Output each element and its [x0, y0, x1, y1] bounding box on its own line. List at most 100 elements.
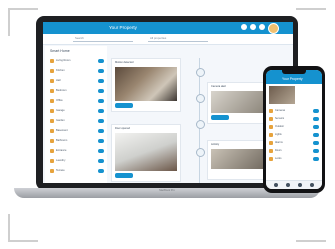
sidebar-item[interactable]: Garden [50, 118, 104, 124]
toggle[interactable] [98, 129, 104, 133]
toggle[interactable] [98, 89, 104, 93]
camera-snapshot[interactable] [115, 133, 177, 171]
sidebar-item-label: Garden [56, 119, 65, 122]
header-icons [241, 24, 265, 30]
phone-list-item[interactable]: Sensors [269, 116, 319, 122]
corner-bracket [296, 8, 326, 10]
checkbox[interactable] [269, 149, 273, 153]
sidebar-item[interactable]: Office [50, 98, 104, 104]
toggle[interactable] [313, 109, 319, 113]
sidebar-item-label: Bathroom [56, 139, 68, 142]
toggle[interactable] [313, 125, 319, 129]
corner-bracket [8, 8, 38, 10]
corner-bracket [8, 8, 10, 36]
checkbox[interactable] [50, 79, 54, 83]
phone-list-item[interactable]: Locks [269, 156, 319, 162]
checkbox[interactable] [50, 99, 54, 103]
sidebar-item-label: Terrace [56, 169, 65, 172]
help-icon[interactable] [259, 24, 265, 30]
sidebar-item[interactable]: Hall [50, 78, 104, 84]
view-button[interactable] [115, 103, 133, 108]
timeline-dot [196, 148, 205, 157]
camera-snapshot[interactable] [269, 86, 295, 104]
sidebar-item[interactable]: Living Room [50, 58, 104, 64]
camera-icon[interactable] [286, 183, 290, 187]
list-item-label: Lights [275, 133, 282, 136]
sidebar-item-label: Kitchen [56, 69, 65, 72]
toggle[interactable] [98, 159, 104, 163]
sidebar-item[interactable]: Kitchen [50, 68, 104, 74]
checkbox[interactable] [50, 169, 54, 173]
checkbox[interactable] [269, 109, 273, 113]
home-icon[interactable] [274, 183, 278, 187]
sidebar-item[interactable]: Terrace [50, 168, 104, 174]
phone-list-item[interactable]: Cameras [269, 108, 319, 114]
checkbox[interactable] [269, 125, 273, 129]
sidebar-item-label: Garage [56, 109, 65, 112]
checkbox[interactable] [50, 159, 54, 163]
sidebar-item[interactable]: Entrance [50, 148, 104, 154]
notification-icon[interactable] [241, 24, 247, 30]
sidebar-item-label: Entrance [56, 149, 67, 152]
toggle[interactable] [313, 117, 319, 121]
toggle[interactable] [98, 169, 104, 173]
toggle[interactable] [98, 79, 104, 83]
toggle[interactable] [98, 69, 104, 73]
phone-list-item[interactable]: Outdoor [269, 124, 319, 130]
view-button[interactable] [115, 173, 133, 178]
checkbox[interactable] [50, 89, 54, 93]
sidebar-item-label: Basement [56, 129, 68, 132]
toggle[interactable] [98, 59, 104, 63]
checkbox[interactable] [50, 69, 54, 73]
toggle[interactable] [98, 149, 104, 153]
menu-icon[interactable] [310, 183, 314, 187]
checkbox[interactable] [50, 129, 54, 133]
checkbox[interactable] [50, 59, 54, 63]
sidebar-item[interactable]: Bedroom [50, 88, 104, 94]
toggle[interactable] [98, 109, 104, 113]
sidebar-item[interactable]: Laundry [50, 158, 104, 164]
card-title: Door opened [115, 127, 130, 130]
toggle[interactable] [98, 139, 104, 143]
checkbox[interactable] [50, 119, 54, 123]
camera-snapshot[interactable] [115, 67, 177, 101]
timeline-dot [196, 120, 205, 129]
checkbox[interactable] [269, 117, 273, 121]
phone-list-item[interactable]: Doors [269, 148, 319, 154]
sidebar-item-label: Living Room [56, 59, 71, 62]
checkbox[interactable] [50, 109, 54, 113]
feed-card[interactable]: Activity [207, 140, 271, 180]
phone-list-item[interactable]: Alarms [269, 140, 319, 146]
camera-snapshot[interactable] [211, 149, 267, 169]
avatar[interactable] [268, 23, 279, 34]
settings-icon[interactable] [250, 24, 256, 30]
list-item-label: Doors [275, 149, 282, 152]
feed-card[interactable]: Camera alert [207, 82, 271, 124]
feed-card[interactable]: Motion detected [111, 58, 181, 112]
sidebar-item[interactable]: Garage [50, 108, 104, 114]
toggle[interactable] [313, 157, 319, 161]
phone-notch [282, 70, 306, 74]
checkbox[interactable] [50, 139, 54, 143]
toggle[interactable] [98, 119, 104, 123]
feed-card[interactable]: Door opened [111, 124, 181, 182]
checkbox[interactable] [269, 133, 273, 137]
checkbox[interactable] [269, 157, 273, 161]
checkbox[interactable] [269, 141, 273, 145]
sidebar-item[interactable]: Bathroom [50, 138, 104, 144]
card-title: Activity [211, 143, 220, 146]
sidebar-item[interactable]: Basement [50, 128, 104, 134]
toggle[interactable] [313, 133, 319, 137]
checkbox[interactable] [50, 149, 54, 153]
phone-list-item[interactable]: Lights [269, 132, 319, 138]
corner-bracket [296, 240, 326, 242]
toggle[interactable] [98, 99, 104, 103]
toggle[interactable] [313, 141, 319, 145]
view-button[interactable] [211, 115, 229, 120]
toggle[interactable] [313, 149, 319, 153]
sidebar: Smart Home Living Room Kitchen Hall Bedr… [45, 46, 107, 183]
camera-snapshot[interactable] [211, 91, 267, 113]
bell-icon[interactable] [298, 183, 302, 187]
app-title: Your Property [109, 25, 137, 30]
phone-tab-bar [266, 180, 322, 189]
